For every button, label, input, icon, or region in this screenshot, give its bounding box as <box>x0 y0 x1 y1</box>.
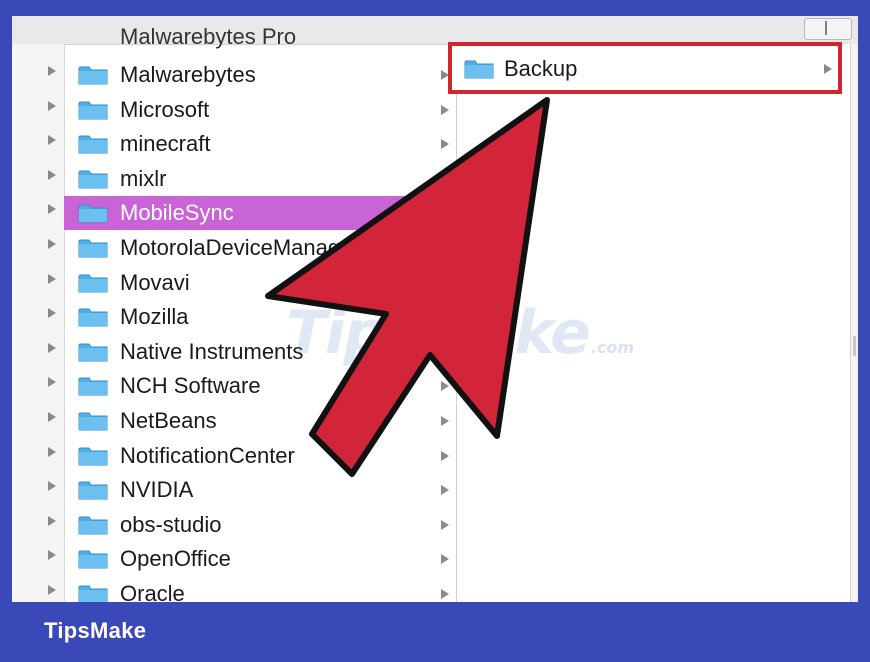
disclosure-triangle-icon[interactable] <box>48 412 56 422</box>
chevron-right-icon <box>441 173 449 184</box>
chevron-right-icon <box>441 139 449 150</box>
disclosure-triangle-icon[interactable] <box>48 481 56 492</box>
scrollbar-cap[interactable] <box>804 18 852 40</box>
list-item-label: Backup <box>504 56 578 81</box>
disclosure-triangle-icon[interactable] <box>48 308 56 319</box>
footer-bar: TipsMake <box>0 604 870 662</box>
list-item-label: Microsoft <box>120 96 210 122</box>
chevron-right-icon <box>441 381 449 392</box>
column-top-strip: Malwarebytes Pro <box>12 16 858 48</box>
chevron-right-icon <box>441 104 449 115</box>
folder-icon <box>78 66 108 85</box>
folder-icon <box>78 447 108 466</box>
list-item-label: OpenOffice <box>120 546 231 572</box>
list-item-label: obs-studio <box>120 511 222 537</box>
chevron-right-icon <box>824 64 832 74</box>
folder-icon <box>78 550 108 569</box>
list-item[interactable]: NCH Software <box>64 369 456 403</box>
list-item[interactable]: MotorolaDeviceManager <box>64 231 456 265</box>
folder-icon <box>78 135 108 154</box>
list-item[interactable]: Oracle <box>64 577 456 602</box>
disclosure-triangle-icon[interactable] <box>48 550 56 561</box>
list-item-label: MotorolaDeviceManager <box>120 235 360 260</box>
folder-icon <box>78 516 108 535</box>
chevron-right-icon <box>441 450 449 461</box>
finder-window: Malwarebytes Pro Malwarebytes Microsoft mi… <box>12 16 858 602</box>
disclosure-triangle-icon[interactable] <box>48 377 56 388</box>
folder-icon <box>464 60 494 79</box>
footer-brand: TipsMake <box>44 618 147 643</box>
folder-icon <box>78 412 108 431</box>
list-item-label: NotificationCenter <box>120 442 295 468</box>
list-item[interactable]: mixlr <box>64 162 456 196</box>
disclosure-triangle-icon[interactable] <box>48 239 56 249</box>
list-item-backup[interactable]: Backup <box>448 42 842 94</box>
folder-icon <box>78 308 108 327</box>
list-item-label: mixlr <box>120 165 167 191</box>
list-item[interactable]: OpenOffice <box>64 542 456 576</box>
list-item-label: Oracle <box>120 581 185 602</box>
list-item[interactable]: NotificationCenter <box>64 439 456 473</box>
column-resize-handle[interactable] <box>853 336 856 356</box>
list-item-label: NVIDIA <box>120 477 194 503</box>
folder-icon <box>78 274 108 293</box>
list-item-label: NetBeans <box>120 408 217 433</box>
list-item[interactable]: Mozilla <box>64 300 456 334</box>
list-item[interactable]: Microsoft <box>64 93 456 127</box>
list-item[interactable]: obs-studio <box>64 508 456 542</box>
list-item-label: Malwarebytes <box>120 62 256 87</box>
chevron-right-icon <box>441 416 449 426</box>
folder-icon <box>78 239 108 258</box>
finder-column-library: Malwarebytes Microsoft minecraft mixlr Mobil… <box>64 44 457 602</box>
screenshot-frame: Malwarebytes Pro Malwarebytes Microsoft mi… <box>0 0 870 662</box>
list-item[interactable]: Malwarebytes <box>64 58 456 92</box>
disclosure-triangle-icon[interactable] <box>48 585 56 595</box>
chevron-right-icon <box>441 589 449 599</box>
disclosure-triangle-icon[interactable] <box>48 342 56 353</box>
list-item-label: MobileSync <box>120 200 234 226</box>
disclosure-triangle-icon[interactable] <box>48 169 56 180</box>
disclosure-triangle-icon[interactable] <box>48 515 56 526</box>
right-column-edge <box>851 44 858 602</box>
list-item-label: Native Instruments <box>120 338 304 364</box>
folder-icon <box>78 585 108 602</box>
folder-icon <box>78 343 108 362</box>
folder-icon <box>78 170 108 189</box>
disclosure-triangle-icon[interactable] <box>48 204 56 215</box>
list-item[interactable]: NVIDIA <box>64 473 456 507</box>
chevron-right-icon <box>441 519 449 530</box>
finder-column-mobilesync <box>457 44 858 602</box>
disclosure-triangle-icon[interactable] <box>48 100 56 111</box>
list-item[interactable]: minecraft <box>64 127 456 161</box>
disclosure-triangle-icon[interactable] <box>48 66 56 76</box>
left-column-gutter <box>12 44 65 602</box>
list-item[interactable]: Movavi <box>64 266 456 300</box>
chevron-right-icon <box>441 485 449 496</box>
disclosure-triangle-icon[interactable] <box>48 135 56 146</box>
list-item[interactable]: NetBeans <box>64 404 456 438</box>
folder-icon <box>78 377 108 396</box>
list-item-label: NCH Software <box>120 373 261 399</box>
folder-icon <box>78 481 108 500</box>
scrollbar-cap-mark <box>825 21 827 35</box>
folder-icon <box>78 204 108 223</box>
disclosure-triangle-icon[interactable] <box>48 446 56 457</box>
list-item-label: Movavi <box>120 269 190 295</box>
list-item[interactable]: Native Instruments <box>64 335 456 369</box>
folder-icon <box>78 101 108 120</box>
list-item-label: minecraft <box>120 131 211 157</box>
chevron-right-icon <box>441 554 449 565</box>
list-item[interactable]: MobileSync <box>64 196 456 231</box>
disclosure-triangle-icon[interactable] <box>48 273 56 284</box>
list-item-label: Mozilla <box>120 304 189 330</box>
